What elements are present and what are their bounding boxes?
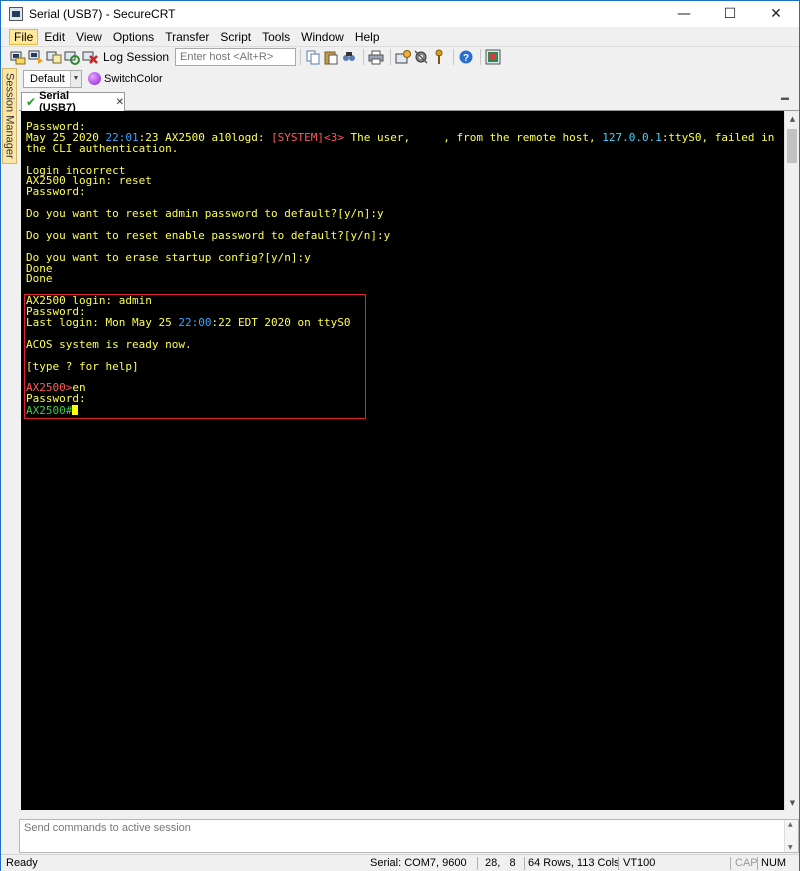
button-bar-select-value: Default bbox=[30, 72, 65, 85]
help-icon[interactable]: ? bbox=[458, 49, 474, 65]
button-bar-select[interactable]: Default ▼ bbox=[23, 69, 82, 88]
connected-check-icon: ✔ bbox=[26, 95, 37, 109]
log-session-button[interactable]: Log Session bbox=[103, 50, 169, 64]
status-size: 64 Rows, 113 Cols bbox=[528, 857, 620, 869]
status-divider bbox=[757, 857, 758, 870]
global-options-icon[interactable] bbox=[413, 49, 429, 65]
terminal-text: The user, , from the remote host, bbox=[343, 130, 603, 144]
about-icon[interactable] bbox=[485, 49, 501, 65]
title-bar: Serial (USB7) - SecureCRT — ☐ ✕ bbox=[1, 1, 799, 27]
status-emulation: VT100 bbox=[623, 857, 656, 869]
tab-close-icon[interactable]: ✕ bbox=[116, 97, 124, 108]
app-icon bbox=[9, 7, 23, 21]
terminal-line: Do you want to reset admin password to d… bbox=[26, 207, 774, 221]
copy-icon[interactable] bbox=[305, 49, 321, 65]
toolbar-separator bbox=[363, 49, 365, 65]
terminal-text: the CLI authentication. bbox=[26, 141, 179, 155]
menu-file[interactable]: File bbox=[9, 28, 39, 45]
window-controls: — ☐ ✕ bbox=[661, 1, 799, 27]
button-bar: Default ▼ SwitchColor bbox=[23, 68, 799, 89]
menu-tools[interactable]: Tools bbox=[257, 29, 295, 45]
terminal-text: Do you want to reset admin password to d… bbox=[26, 207, 384, 221]
session-manager-tab[interactable]: Session Manager bbox=[2, 68, 17, 164]
terminal-view[interactable]: Password: May 25 2020 22:01:23 AX2500 a10… bbox=[21, 111, 784, 810]
menu-help[interactable]: Help bbox=[350, 29, 385, 45]
window-title: Serial (USB7) - SecureCRT bbox=[29, 7, 176, 21]
terminal-text: :ttyS0, failed in bbox=[661, 130, 775, 144]
toolbar-separator bbox=[390, 49, 392, 65]
highlight-box bbox=[24, 294, 366, 419]
menu-transfer[interactable]: Transfer bbox=[160, 29, 214, 45]
terminal-text: Do you want to erase startup config?[y/n… bbox=[26, 250, 311, 264]
command-input[interactable]: Send commands to active session bbox=[22, 820, 782, 836]
scroll-up-icon[interactable]: ▲ bbox=[785, 111, 800, 126]
maximize-button[interactable]: ☐ bbox=[707, 1, 753, 27]
print-icon[interactable] bbox=[368, 49, 384, 65]
toolbar-separator bbox=[300, 49, 302, 65]
status-num: NUM bbox=[761, 857, 787, 869]
status-cursor-position: 28, 8 bbox=[485, 857, 516, 869]
session-tab-bar: ✔ Serial (USB7) ✕ ▬ bbox=[19, 90, 799, 114]
session-options-icon[interactable] bbox=[395, 49, 412, 65]
terminal-text: Do you want to reset enable password to … bbox=[26, 228, 391, 242]
terminal-line: Done bbox=[26, 263, 774, 275]
terminal-text: Done bbox=[26, 272, 53, 286]
switch-color-button[interactable]: SwitchColor bbox=[104, 73, 163, 85]
minimize-button[interactable]: — bbox=[661, 1, 707, 27]
status-connection: Serial: COM7, 9600 bbox=[370, 857, 467, 869]
host-input[interactable] bbox=[175, 48, 297, 66]
terminal-line: Password: bbox=[26, 185, 774, 199]
status-divider bbox=[477, 857, 478, 870]
status-bar: Ready Serial: COM7, 9600 28, 8 64 Rows, … bbox=[1, 854, 799, 871]
svg-text:?: ? bbox=[463, 53, 469, 64]
terminal-text: 127.0.0.1 bbox=[602, 130, 662, 144]
scroll-up-icon[interactable]: ▲ bbox=[788, 821, 793, 828]
command-scrollbar[interactable]: ▲ ▼ bbox=[784, 820, 798, 852]
disconnect-icon[interactable] bbox=[82, 49, 98, 65]
tab-list-icon[interactable]: ▬ bbox=[781, 93, 789, 102]
close-button[interactable]: ✕ bbox=[753, 1, 799, 27]
status-divider bbox=[618, 857, 619, 870]
status-ready: Ready bbox=[6, 857, 38, 869]
menu-script[interactable]: Script bbox=[215, 29, 256, 45]
toolbar-separator bbox=[453, 49, 455, 65]
status-divider bbox=[524, 857, 525, 870]
chevron-down-icon[interactable]: ▼ bbox=[70, 70, 81, 87]
scroll-down-icon[interactable]: ▼ bbox=[785, 795, 800, 810]
terminal-line: Do you want to reset enable password to … bbox=[26, 228, 774, 242]
menu-view[interactable]: View bbox=[71, 29, 107, 45]
keymap-icon[interactable] bbox=[431, 49, 447, 65]
status-cap: CAP bbox=[735, 857, 758, 869]
menu-window[interactable]: Window bbox=[296, 29, 349, 45]
terminal-line: the CLI authentication. bbox=[26, 141, 774, 155]
terminal-line: Do you want to erase startup config?[y/n… bbox=[26, 250, 774, 264]
find-icon[interactable] bbox=[341, 49, 357, 65]
switch-color-icon[interactable] bbox=[88, 72, 101, 85]
terminal-line: AX2500 login: reset bbox=[26, 175, 774, 187]
paste-icon[interactable] bbox=[323, 49, 339, 65]
terminal-text: [SYSTEM]<3> bbox=[271, 130, 344, 144]
connect-tab-icon[interactable] bbox=[46, 49, 62, 65]
command-window[interactable]: Send commands to active session ▲ ▼ bbox=[19, 819, 799, 853]
toolbar: Log Session ? bbox=[1, 46, 799, 67]
scrollbar-thumb[interactable] bbox=[787, 129, 797, 163]
menu-options[interactable]: Options bbox=[108, 29, 159, 45]
terminal-text: Password: bbox=[26, 185, 86, 199]
reconnect-icon[interactable] bbox=[64, 49, 80, 65]
quick-connect-icon[interactable] bbox=[28, 49, 44, 65]
scroll-down-icon[interactable]: ▼ bbox=[788, 844, 793, 851]
session-tab-serial-usb7[interactable]: ✔ Serial (USB7) ✕ bbox=[21, 90, 125, 114]
status-divider bbox=[730, 857, 731, 870]
toolbar-separator bbox=[480, 49, 482, 65]
session-manager-label: Session Manager bbox=[3, 73, 16, 159]
menu-edit[interactable]: Edit bbox=[39, 29, 70, 45]
securecrt-window: Serial (USB7) - SecureCRT — ☐ ✕ File Edi… bbox=[0, 0, 800, 871]
terminal-scrollbar[interactable]: ▲ ▼ bbox=[784, 111, 799, 810]
connect-icon[interactable] bbox=[10, 49, 26, 65]
terminal-line: Done bbox=[26, 272, 774, 286]
menu-bar: File Edit View Options Transfer Script T… bbox=[1, 27, 799, 46]
